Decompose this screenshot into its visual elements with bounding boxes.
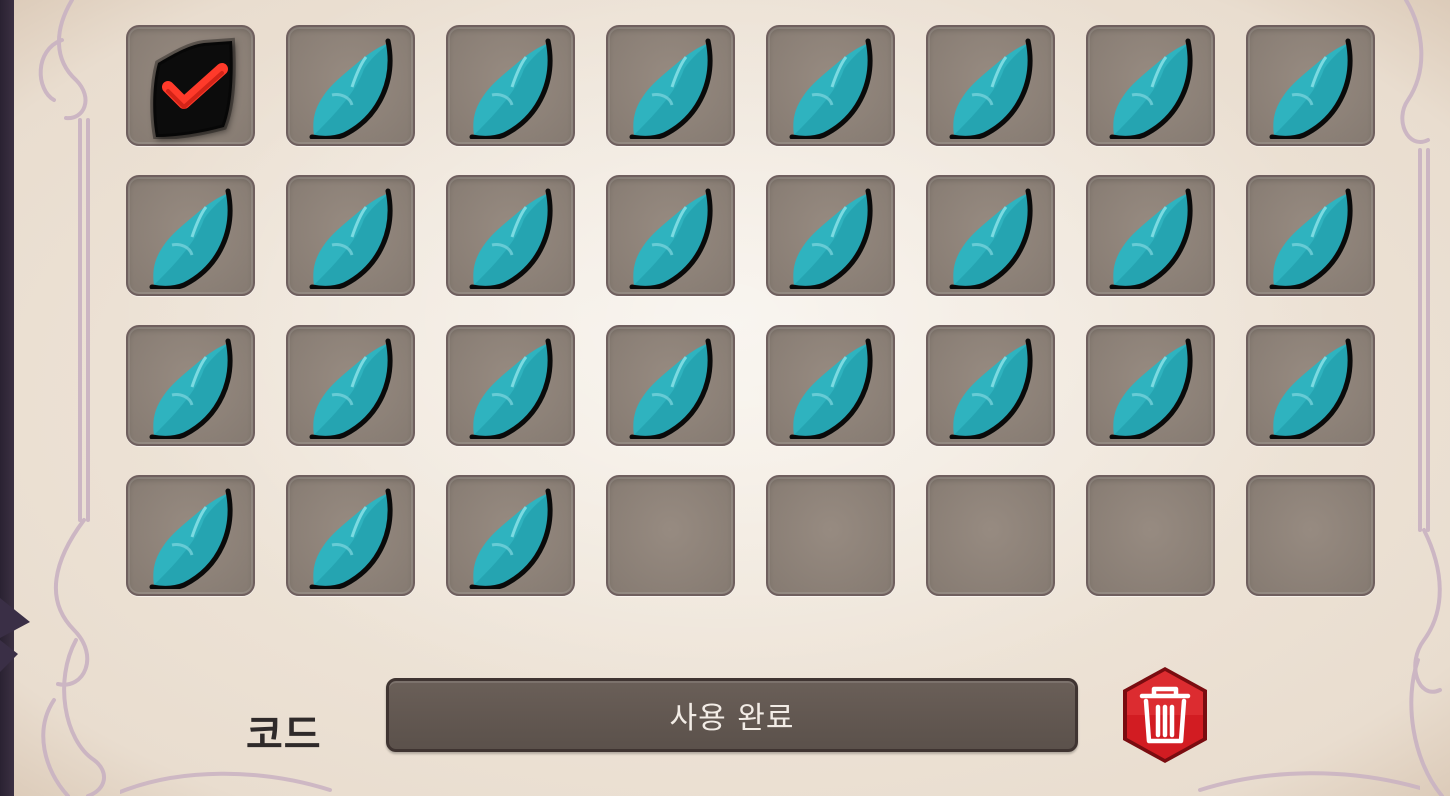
inventory-slot[interactable]: [1246, 25, 1375, 146]
inventory-slot[interactable]: [126, 325, 255, 446]
inventory-slot[interactable]: [766, 325, 895, 446]
checkmark-card-icon: [150, 37, 236, 139]
trash-icon: [1123, 667, 1207, 763]
inventory-slot[interactable]: [926, 175, 1055, 296]
teal-feather-icon: [1109, 38, 1193, 139]
teal-feather-icon: [1109, 188, 1193, 289]
teal-feather-icon: [629, 188, 713, 289]
inventory-slot[interactable]: [926, 325, 1055, 446]
inventory-slot[interactable]: [446, 325, 575, 446]
ornament-left: [38, 0, 106, 796]
inventory-slot[interactable]: [286, 25, 415, 146]
inventory-slot[interactable]: [126, 25, 255, 146]
teal-feather-icon: [1269, 338, 1353, 439]
inventory-slot[interactable]: [1086, 25, 1215, 146]
teal-feather-icon: [469, 38, 553, 139]
inventory-panel: 코드 사용 완료: [0, 0, 1450, 796]
ornament-right: [1400, 0, 1444, 796]
inventory-slot-empty: [1246, 475, 1375, 596]
inventory-slot[interactable]: [1246, 175, 1375, 296]
teal-feather-icon: [629, 38, 713, 139]
inventory-slot[interactable]: [606, 325, 735, 446]
inventory-slot[interactable]: [286, 175, 415, 296]
inventory-slot-empty: [606, 475, 735, 596]
decorative-spike: [0, 598, 30, 672]
inventory-slot[interactable]: [446, 475, 575, 596]
teal-feather-icon: [149, 338, 233, 439]
inventory-grid: [126, 25, 1375, 596]
inventory-slot-empty: [766, 475, 895, 596]
delete-button[interactable]: [1114, 663, 1216, 767]
teal-feather-icon: [149, 488, 233, 589]
teal-feather-icon: [1269, 188, 1353, 289]
inventory-slot[interactable]: [1086, 325, 1215, 446]
inventory-slot[interactable]: [1246, 325, 1375, 446]
teal-feather-icon: [469, 338, 553, 439]
teal-feather-icon: [309, 188, 393, 289]
inventory-slot[interactable]: [606, 25, 735, 146]
teal-feather-icon: [309, 338, 393, 439]
teal-feather-icon: [309, 38, 393, 139]
code-label: 코드: [246, 712, 322, 758]
inventory-slot[interactable]: [766, 175, 895, 296]
teal-feather-icon: [469, 488, 553, 589]
inventory-slot[interactable]: [286, 325, 415, 446]
teal-feather-icon: [469, 188, 553, 289]
inventory-slot[interactable]: [606, 175, 735, 296]
scene-edge: [0, 0, 14, 796]
ornament-bottom: [120, 771, 1420, 794]
teal-feather-icon: [1269, 38, 1353, 139]
inventory-slot[interactable]: [446, 25, 575, 146]
inventory-slot[interactable]: [126, 175, 255, 296]
inventory-slot[interactable]: [126, 475, 255, 596]
inventory-slot[interactable]: [446, 175, 575, 296]
teal-feather-icon: [789, 188, 873, 289]
teal-feather-icon: [789, 38, 873, 139]
inventory-slot[interactable]: [926, 25, 1055, 146]
inventory-slot-empty: [926, 475, 1055, 596]
inventory-slot[interactable]: [1086, 175, 1215, 296]
teal-feather-icon: [949, 338, 1033, 439]
teal-feather-icon: [1109, 338, 1193, 439]
teal-feather-icon: [629, 338, 713, 439]
teal-feather-icon: [789, 338, 873, 439]
code-field[interactable]: 사용 완료: [386, 678, 1078, 752]
teal-feather-icon: [149, 188, 233, 289]
teal-feather-icon: [949, 38, 1033, 139]
inventory-slot[interactable]: [286, 475, 415, 596]
inventory-slot-empty: [1086, 475, 1215, 596]
teal-feather-icon: [949, 188, 1033, 289]
teal-feather-icon: [309, 488, 393, 589]
inventory-slot[interactable]: [766, 25, 895, 146]
